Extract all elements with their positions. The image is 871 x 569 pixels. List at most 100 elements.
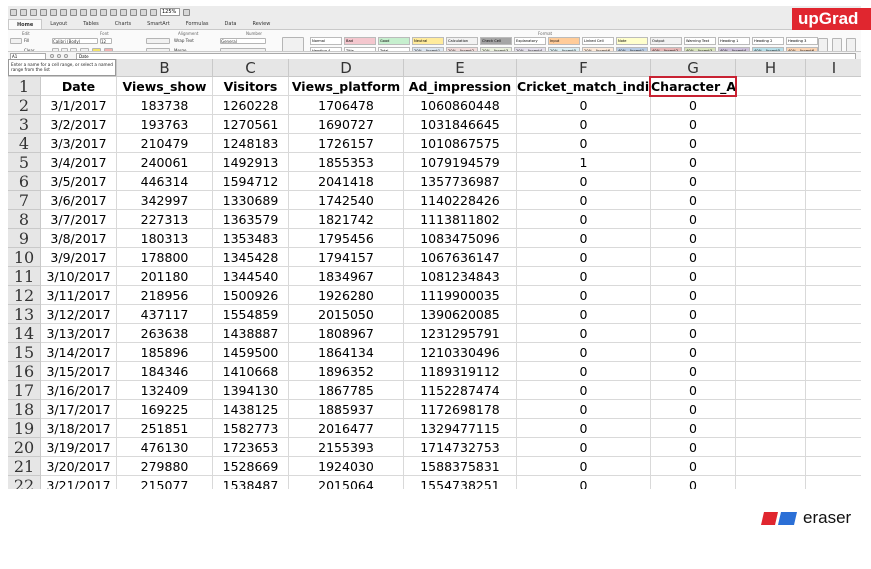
cell-i3[interactable] [806,115,861,134]
tab-home[interactable]: Home [8,19,43,29]
header-cell-g[interactable]: Character_A [651,77,736,96]
cell-f7[interactable]: 0 [517,191,651,210]
cell-f3[interactable]: 0 [517,115,651,134]
cell-e10[interactable]: 1067636147 [404,248,517,267]
cell-g22[interactable]: 0 [651,476,736,489]
cell-g17[interactable]: 0 [651,381,736,400]
cell-f10[interactable]: 0 [517,248,651,267]
style-cell-6[interactable]: Explanatory [514,37,546,45]
cell-g9[interactable]: 0 [651,229,736,248]
cell-f14[interactable]: 0 [517,324,651,343]
tab-smartart[interactable]: SmartArt [139,19,178,29]
cell-c7[interactable]: 1330689 [213,191,289,210]
column-header-g[interactable]: G [651,59,736,77]
cell-e16[interactable]: 1189319112 [404,362,517,381]
column-header-i[interactable]: I [806,59,861,77]
style-cell-11[interactable]: Warning Text [684,37,716,45]
cell-i7[interactable] [806,191,861,210]
cell-a20[interactable]: 3/19/2017 [41,438,117,457]
cell-f6[interactable]: 0 [517,172,651,191]
row-header-19[interactable]: 19 [8,419,41,438]
cell-a8[interactable]: 3/7/2017 [41,210,117,229]
cell-a11[interactable]: 3/10/2017 [41,267,117,286]
cell-i17[interactable] [806,381,861,400]
cell-i22[interactable] [806,476,861,489]
cell-d7[interactable]: 1742540 [289,191,404,210]
cell-g19[interactable]: 0 [651,419,736,438]
cell-c3[interactable]: 1270561 [213,115,289,134]
cell-c9[interactable]: 1353483 [213,229,289,248]
cell-d19[interactable]: 2016477 [289,419,404,438]
cell-h18[interactable] [736,400,806,419]
cell-d14[interactable]: 1808967 [289,324,404,343]
cell-b7[interactable]: 342997 [117,191,213,210]
cell-c19[interactable]: 1582773 [213,419,289,438]
cell-d8[interactable]: 1821742 [289,210,404,229]
cell-g10[interactable]: 0 [651,248,736,267]
style-cell-1[interactable]: Bad [344,37,376,45]
header-cell-d[interactable]: Views_platform [289,77,404,96]
row-header-14[interactable]: 14 [8,324,41,343]
cell-h13[interactable] [736,305,806,324]
font-name-select[interactable]: Calibri (Body) [52,38,98,44]
cell-b8[interactable]: 227313 [117,210,213,229]
cell-g14[interactable]: 0 [651,324,736,343]
cell-e4[interactable]: 1010867575 [404,134,517,153]
cell-h21[interactable] [736,457,806,476]
cell-d18[interactable]: 1885937 [289,400,404,419]
cell-d4[interactable]: 1726157 [289,134,404,153]
cell-b6[interactable]: 446314 [117,172,213,191]
cell-a4[interactable]: 3/3/2017 [41,134,117,153]
style-cell-10[interactable]: Output [650,37,682,45]
cell-i21[interactable] [806,457,861,476]
cell-c12[interactable]: 1500926 [213,286,289,305]
cell-g11[interactable]: 0 [651,267,736,286]
cell-d2[interactable]: 1706478 [289,96,404,115]
cell-i6[interactable] [806,172,861,191]
cell-a16[interactable]: 3/15/2017 [41,362,117,381]
new-icon[interactable] [10,8,17,16]
cell-e9[interactable]: 1083475096 [404,229,517,248]
cell-h3[interactable] [736,115,806,134]
cell-e13[interactable]: 1390620085 [404,305,517,324]
help-icon[interactable] [183,8,190,16]
cell-a2[interactable]: 3/1/2017 [41,96,117,115]
cut-icon[interactable] [50,8,57,16]
row-header-13[interactable]: 13 [8,305,41,324]
cell-i2[interactable] [806,96,861,115]
cell-d13[interactable]: 2015050 [289,305,404,324]
gallery-icon[interactable] [140,8,147,16]
cell-c5[interactable]: 1492913 [213,153,289,172]
row-header-5[interactable]: 5 [8,153,41,172]
paste-icon[interactable] [70,8,77,16]
cell-d3[interactable]: 1690727 [289,115,404,134]
cell-b20[interactable]: 476130 [117,438,213,457]
confirm-icon[interactable] [57,54,61,58]
cell-e6[interactable]: 1357736987 [404,172,517,191]
cell-b5[interactable]: 240061 [117,153,213,172]
cell-i4[interactable] [806,134,861,153]
cell-i8[interactable] [806,210,861,229]
cell-f16[interactable]: 0 [517,362,651,381]
style-cell-13[interactable]: Heading 2 [752,37,784,45]
cell-f15[interactable]: 0 [517,343,651,362]
header-cell-c[interactable]: Visitors [213,77,289,96]
sort-icon[interactable] [120,8,127,16]
cell-a12[interactable]: 3/11/2017 [41,286,117,305]
cell-g20[interactable]: 0 [651,438,736,457]
row-header-15[interactable]: 15 [8,343,41,362]
row-header-17[interactable]: 17 [8,381,41,400]
cell-h9[interactable] [736,229,806,248]
cell-g8[interactable]: 0 [651,210,736,229]
cell-e11[interactable]: 1081234843 [404,267,517,286]
number-format-select[interactable]: General [220,38,266,44]
cell-a22[interactable]: 3/21/2017 [41,476,117,489]
column-header-c[interactable]: C [213,59,289,77]
cell-e22[interactable]: 1554738251 [404,476,517,489]
cell-f22[interactable]: 0 [517,476,651,489]
wrap-text-button[interactable]: Wrap Text [174,38,194,43]
delete-button[interactable] [832,38,842,52]
cell-i13[interactable] [806,305,861,324]
cell-g13[interactable]: 0 [651,305,736,324]
cell-e2[interactable]: 1060860448 [404,96,517,115]
